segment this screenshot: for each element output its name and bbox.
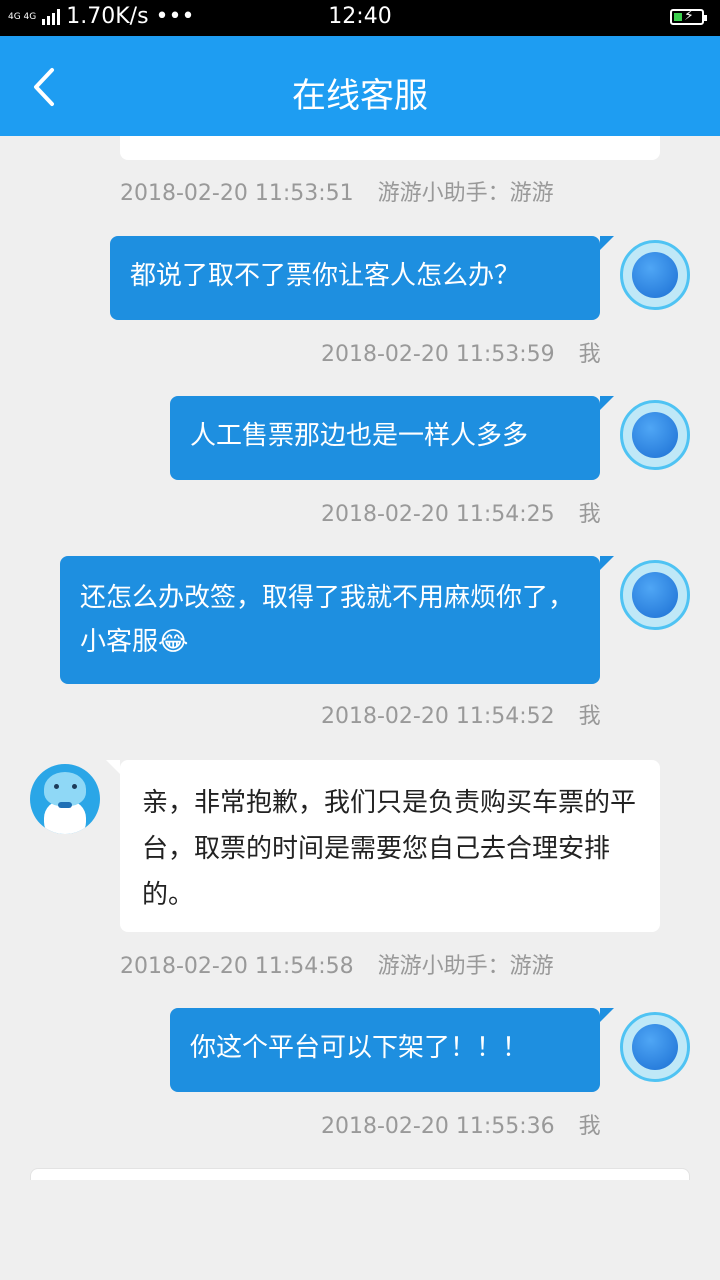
clock: 12:40	[328, 4, 392, 29]
message-input-area[interactable]	[30, 1168, 690, 1180]
message-sender: 我	[578, 502, 601, 527]
user-message-bubble[interactable]: 你这个平台可以下架了！！！	[170, 1008, 614, 1092]
message-bubble-partial	[120, 136, 660, 160]
message-time: 2018-02-20 11:55:36	[321, 1114, 555, 1139]
message-text: 还怎么办改签，取得了我就不用麻烦你了，小客服😂	[80, 583, 575, 657]
user-avatar[interactable]	[620, 400, 690, 470]
page-title: 在线客服	[292, 76, 428, 116]
user-avatar[interactable]	[620, 1012, 690, 1082]
user-message-bubble[interactable]: 都说了取不了票你让客人怎么办？	[110, 236, 614, 320]
message-time: 2018-02-20 11:54:52	[321, 704, 555, 729]
message-sender: 游游小助手：游游	[377, 181, 554, 206]
message-time: 2018-02-20 11:54:58	[120, 954, 354, 979]
message-time: 2018-02-20 11:53:59	[321, 342, 555, 367]
message-meta: 2018-02-20 11:55:36 我	[321, 1108, 601, 1140]
message-meta: 2018-02-20 11:54:58 游游小助手：游游	[120, 948, 554, 980]
status-bar: 4G 4G 1.70K/s ••• 12:40 ⚡	[0, 0, 720, 36]
user-avatar[interactable]	[620, 560, 690, 630]
app-header: 在线客服	[0, 36, 720, 136]
message-sender: 我	[578, 1114, 601, 1139]
message-meta: 2018-02-20 11:54:52 我	[321, 698, 601, 730]
user-message-bubble[interactable]: 人工售票那边也是一样人多多	[170, 396, 614, 480]
user-message-bubble[interactable]: 还怎么办改签，取得了我就不用麻烦你了，小客服😂	[60, 556, 614, 684]
message-text: 人工售票那边也是一样人多多	[190, 421, 529, 451]
message-meta: 2018-02-20 11:53:59 我	[321, 336, 601, 368]
message-text: 你这个平台可以下架了！！！	[190, 1033, 529, 1063]
message-sender: 我	[578, 704, 601, 729]
message-sender: 游游小助手：游游	[377, 954, 554, 979]
user-avatar[interactable]	[620, 240, 690, 310]
message-time: 2018-02-20 11:54:25	[321, 502, 555, 527]
bot-message-bubble[interactable]: 亲，非常抱歉，我们只是负责购买车票的平台，取票的时间是需要您自己去合理安排的。	[106, 760, 660, 932]
message-sender: 我	[578, 342, 601, 367]
battery-charging-icon: ⚡	[670, 8, 707, 25]
message-time: 2018-02-20 11:53:51	[120, 181, 354, 206]
bot-avatar[interactable]	[30, 764, 100, 834]
message-text: 亲，非常抱歉，我们只是负责购买车票的平台，取票的时间是需要您自己去合理安排的。	[142, 788, 637, 910]
message-meta: 2018-02-20 11:53:51 游游小助手：游游	[120, 175, 554, 207]
message-text: 都说了取不了票你让客人怎么办？	[130, 261, 521, 291]
message-meta: 2018-02-20 11:54:25 我	[321, 496, 601, 528]
